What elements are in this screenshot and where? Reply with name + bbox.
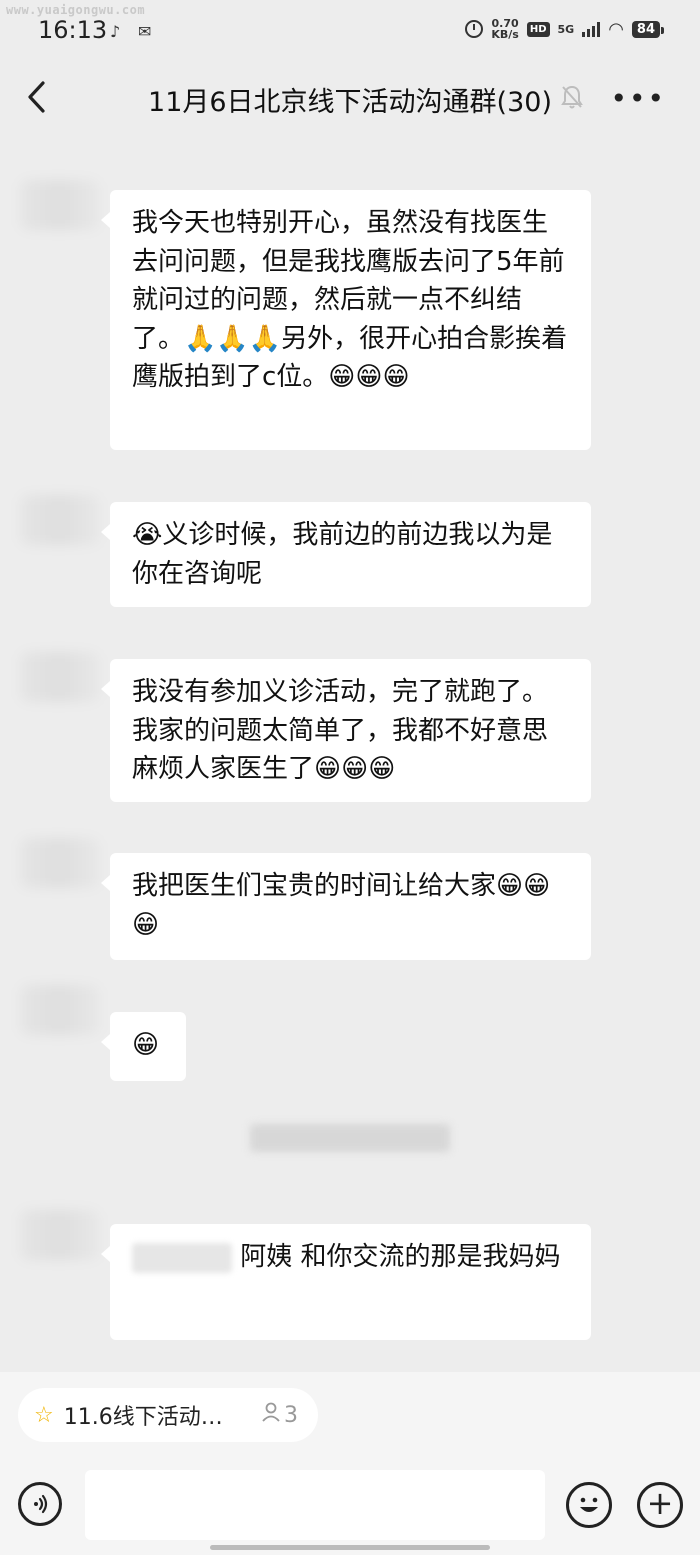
pinned-count: 3 [260, 1401, 298, 1429]
network-speed: 0.70 KB/s [491, 18, 518, 40]
timestamp-blurred [250, 1124, 450, 1152]
voice-input-icon[interactable] [18, 1482, 62, 1526]
person-icon [260, 1401, 282, 1429]
chat-title: 11月6日北京线下活动沟通群(30) [148, 87, 552, 118]
message-bubble[interactable]: 我没有参加义诊活动，完了就跑了。我家的问题太简单了，我都不好意思麻烦人家医生了😁… [101, 659, 591, 802]
status-time: 16:13 [38, 16, 108, 44]
wifi-icon: ◠ [608, 18, 624, 40]
message-text: 阿姨 和你交流的那是我妈妈 [240, 1242, 561, 1272]
mute-bell-icon [560, 84, 584, 114]
message-bubble[interactable]: 我今天也特别开心，虽然没有找医生去问问题，但是我找鹰版去问了5年前就问过的问题，… [101, 190, 591, 450]
more-options-icon[interactable]: ••• [610, 82, 666, 115]
plus-icon[interactable]: + [637, 1482, 683, 1528]
message-text: 😁 [132, 1030, 160, 1060]
home-indicator [210, 1545, 490, 1550]
input-bar: + [0, 1456, 700, 1555]
message-text: 我把医生们宝贵的时间让给大家😁😁😁 [132, 871, 551, 940]
mention-blurred [132, 1242, 232, 1273]
signal-icon [582, 21, 601, 37]
pinned-label: 11.6线下活动… [63, 1405, 223, 1430]
wechat-icon: ✉ [138, 22, 152, 41]
avatar[interactable] [20, 652, 100, 702]
message-bubble[interactable]: 阿姨 和你交流的那是我妈妈 [101, 1224, 591, 1340]
star-icon: ☆ [34, 1402, 54, 1428]
music-icon: ♪ [110, 22, 121, 41]
message-bubble[interactable]: 😁 [101, 1012, 186, 1081]
chat-header: 11月6日北京线下活动沟通群(30) ••• [0, 62, 700, 136]
avatar[interactable] [20, 495, 100, 545]
status-bar: 16:13 ♪ ✉ 0.70 KB/s HD 5G ◠ 84 [0, 0, 700, 62]
message-input[interactable] [85, 1470, 545, 1540]
avatar[interactable] [20, 985, 100, 1035]
avatar[interactable] [20, 180, 100, 230]
message-bubble[interactable]: 我把医生们宝贵的时间让给大家😁😁😁 [101, 853, 591, 960]
alarm-icon [465, 20, 484, 38]
quoted-message: 阿姨 和你交流的那是我妈妈 [110, 1224, 591, 1291]
network-type: 5G [557, 22, 575, 36]
pinned-item[interactable]: ☆ 11.6线下活动… 3 [18, 1388, 318, 1442]
speed-unit: KB/s [491, 28, 519, 41]
avatar[interactable] [20, 838, 100, 888]
message-bubble[interactable]: 😭义诊时候，我前边的前边我以为是你在咨询呢 [101, 502, 591, 607]
pinned-bar: ☆ 11.6线下活动… 3 [0, 1372, 700, 1456]
emoji-icon[interactable] [566, 1482, 612, 1528]
message-text: 我没有参加义诊活动，完了就跑了。我家的问题太简单了，我都不好意思麻烦人家医生了😁… [132, 677, 549, 784]
status-indicators: 0.70 KB/s HD 5G ◠ 84 [465, 18, 665, 40]
hd-icon: HD [526, 21, 550, 37]
pinned-count-value: 3 [284, 1402, 298, 1428]
message-text: 我今天也特别开心，虽然没有找医生去问问题，但是我找鹰版去问了5年前就问过的问题，… [132, 208, 568, 392]
message-text: 😭义诊时候，我前边的前边我以为是你在咨询呢 [132, 520, 553, 589]
battery-icon: 84 [631, 20, 665, 38]
avatar[interactable] [20, 1210, 100, 1260]
